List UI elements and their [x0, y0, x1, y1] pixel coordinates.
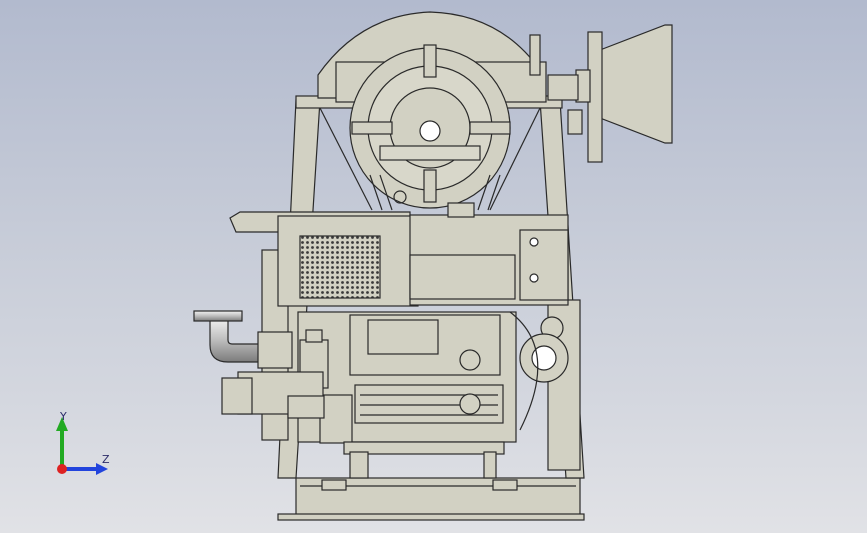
- axis-arrows-icon: [56, 417, 108, 475]
- engine-generator-model[interactable]: [0, 0, 867, 533]
- generator-drum: [317, 11, 547, 211]
- coordinate-triad: Y Z: [40, 405, 130, 485]
- fuel-tank: [229, 190, 569, 307]
- y-axis-label: Y: [60, 410, 67, 423]
- 3d-viewport[interactable]: Y Z: [0, 0, 867, 533]
- z-axis-label: Z: [102, 453, 110, 466]
- engine-block: [297, 311, 517, 479]
- base-plate: [277, 477, 585, 521]
